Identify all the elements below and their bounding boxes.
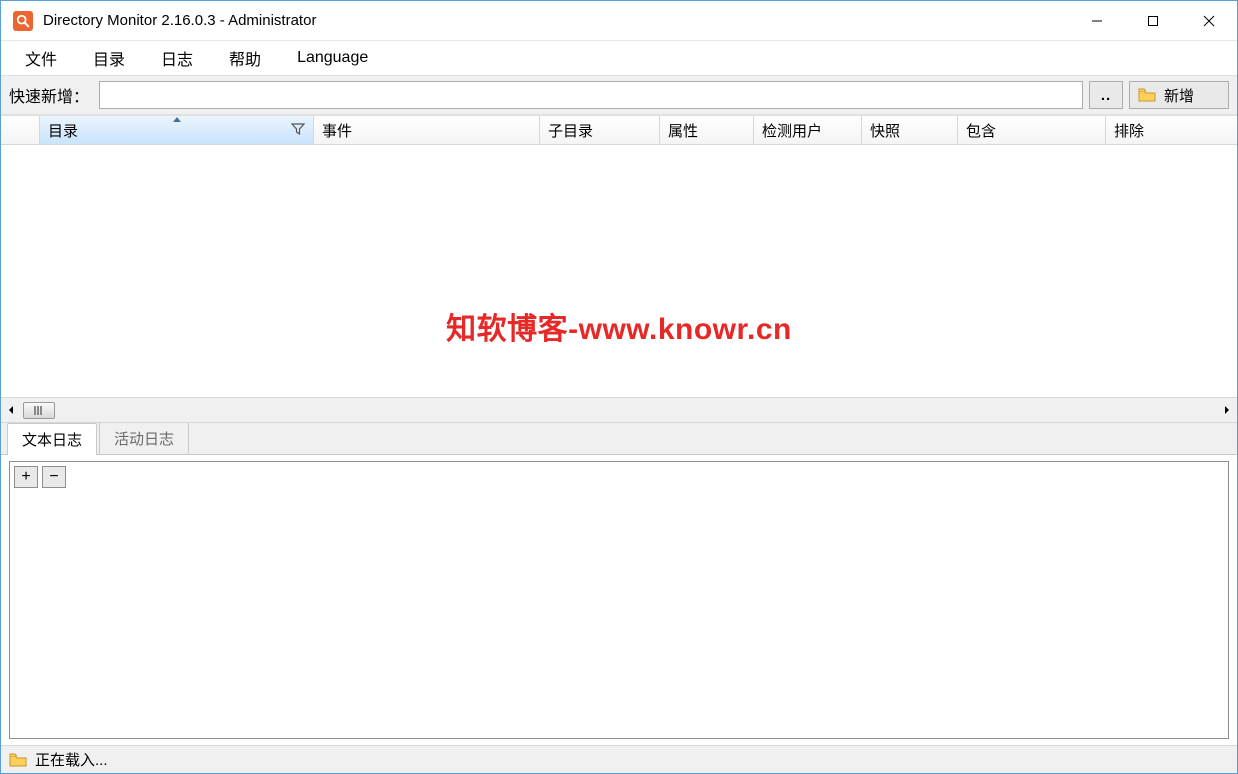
filter-icon[interactable] <box>291 122 305 139</box>
quick-add-input[interactable] <box>99 81 1083 109</box>
column-header-attributes[interactable]: 属性 <box>659 116 753 144</box>
column-header-snapshot-label: 快照 <box>870 120 900 141</box>
log-body <box>10 492 1228 738</box>
scroll-right-arrow-icon[interactable] <box>1217 397 1237 423</box>
scroll-left-arrow-icon[interactable] <box>1 397 21 423</box>
status-text: 正在载入... <box>35 749 108 770</box>
column-header-event[interactable]: 事件 <box>313 116 539 144</box>
scrollbar-track[interactable] <box>21 398 1217 422</box>
log-panel: + − <box>9 461 1229 739</box>
status-folder-icon <box>9 753 27 767</box>
column-header-snapshot[interactable]: 快照 <box>861 116 957 144</box>
sort-ascending-icon <box>173 117 181 122</box>
titlebar: Directory Monitor 2.16.0.3 - Administrat… <box>1 1 1237 41</box>
horizontal-scrollbar[interactable] <box>1 397 1237 423</box>
log-expand-button[interactable]: + <box>14 466 38 488</box>
column-header-subdir-label: 子目录 <box>548 120 593 141</box>
window-title: Directory Monitor 2.16.0.3 - Administrat… <box>43 12 316 29</box>
scrollbar-thumb[interactable] <box>23 402 55 419</box>
menu-file[interactable]: 文件 <box>7 40 75 76</box>
app-icon <box>13 11 33 31</box>
quick-add-row: 快速新增： .. 新增 <box>1 75 1237 115</box>
folder-icon <box>1138 88 1156 102</box>
close-button[interactable] <box>1181 1 1237 41</box>
column-header-selector[interactable] <box>1 116 39 144</box>
column-header-directory[interactable]: 目录 <box>39 116 313 144</box>
menubar: 文件 目录 日志 帮助 Language <box>1 41 1237 75</box>
tab-text-log[interactable]: 文本日志 <box>7 423 97 455</box>
watermark-text: 知软博客-www.knowr.cn <box>446 304 792 348</box>
column-header-detect-user[interactable]: 检测用户 <box>753 116 861 144</box>
statusbar: 正在载入... <box>1 745 1237 773</box>
app-window: Directory Monitor 2.16.0.3 - Administrat… <box>0 0 1238 774</box>
column-header-include-label: 包含 <box>966 120 996 141</box>
column-header-exclude[interactable]: 排除 <box>1105 116 1237 144</box>
column-header-detect-user-label: 检测用户 <box>762 120 822 141</box>
quick-add-label: 快速新增： <box>9 83 93 107</box>
minimize-button[interactable] <box>1069 1 1125 41</box>
menu-directory[interactable]: 目录 <box>75 40 143 76</box>
log-toolbar: + − <box>10 462 1228 492</box>
tab-activity-log[interactable]: 活动日志 <box>99 422 189 454</box>
add-button-label: 新增 <box>1164 85 1194 106</box>
column-header-event-label: 事件 <box>322 120 352 141</box>
grid-body: 知软博客-www.knowr.cn <box>1 145 1237 397</box>
maximize-button[interactable] <box>1125 1 1181 41</box>
browse-button[interactable]: .. <box>1089 81 1123 109</box>
grid-header: 目录 事件 子目录 属性 检测用户 快照 包含 排除 <box>1 115 1237 145</box>
log-collapse-button[interactable]: − <box>42 466 66 488</box>
column-header-subdir[interactable]: 子目录 <box>539 116 659 144</box>
menu-help[interactable]: 帮助 <box>211 40 279 76</box>
column-header-include[interactable]: 包含 <box>957 116 1105 144</box>
column-header-exclude-label: 排除 <box>1114 120 1144 141</box>
menu-language[interactable]: Language <box>279 43 386 73</box>
column-header-attributes-label: 属性 <box>668 120 698 141</box>
log-tabs: 文本日志 活动日志 <box>1 423 1237 455</box>
add-button[interactable]: 新增 <box>1129 81 1229 109</box>
menu-log[interactable]: 日志 <box>143 40 211 76</box>
column-header-directory-label: 目录 <box>48 120 78 141</box>
